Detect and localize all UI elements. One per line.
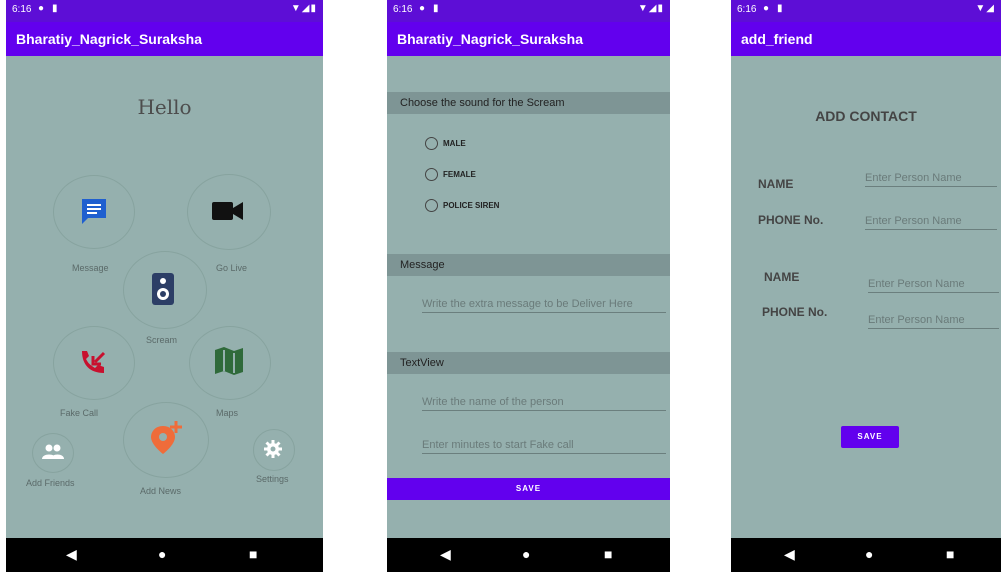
add-news-label: Add News [140, 486, 182, 496]
radio-male[interactable]: MALE [425, 137, 466, 150]
page-title: ADD CONTACT [815, 108, 917, 124]
status-bar: 6:16 ● ▮ ▼◢▮ [6, 0, 323, 22]
app-title: add_friend [741, 31, 813, 47]
signal-icon: ▼◢ [975, 3, 995, 14]
textview-section-header: TextView [387, 352, 670, 374]
phone-input-2[interactable]: Enter Person Name [868, 314, 999, 329]
fake-call-label: Fake Call [60, 408, 99, 418]
notification-icon: ● [38, 3, 45, 14]
notification-icon: ● [419, 3, 426, 14]
home-icon[interactable]: ● [522, 546, 530, 562]
status-time: 6:16 [12, 4, 32, 15]
message-label: Message [72, 263, 109, 273]
name-label: NAME [764, 270, 800, 284]
settings-label: Settings [256, 474, 289, 484]
phone-input-1[interactable]: Enter Person Name [865, 215, 997, 230]
signal-battery-icon: ▼◢▮ [290, 3, 317, 14]
go-live-label: Go Live [216, 263, 248, 273]
name-input-2[interactable]: Enter Person Name [868, 278, 999, 293]
system-nav-bar: ◀ ● ■ [387, 538, 670, 572]
radio-button-icon [425, 137, 438, 150]
recents-icon[interactable]: ■ [946, 546, 954, 562]
status-bar: 6:16 ● ▮ ▼◢ [731, 0, 1001, 22]
missed-call-icon [82, 351, 106, 373]
signal-battery-icon: ▼◢▮ [637, 3, 664, 14]
home-icon[interactable]: ● [158, 546, 166, 562]
home-icon[interactable]: ● [865, 546, 873, 562]
add-friends-label: Add Friends [26, 478, 75, 488]
recents-icon[interactable]: ■ [604, 546, 612, 562]
fake-call-minutes-input[interactable]: Enter minutes to start Fake call [422, 439, 666, 454]
people-icon [42, 444, 64, 459]
video-camera-icon [212, 202, 243, 220]
save-button[interactable]: SAVE [841, 426, 899, 448]
app-title: Bharatiy_Nagrick_Suraksha [397, 31, 583, 47]
back-icon[interactable]: ◀ [440, 546, 451, 563]
app-bar: add_friend [731, 22, 1001, 56]
app-bar: Bharatiy_Nagrick_Suraksha [6, 22, 323, 56]
app-title: Bharatiy_Nagrick_Suraksha [16, 31, 202, 47]
message-section-header: Message [387, 254, 670, 276]
scream-label: Scream [146, 335, 178, 345]
recents-icon[interactable]: ■ [249, 546, 257, 562]
save-button[interactable]: SAVE [387, 478, 670, 500]
system-nav-bar: ◀ ● ■ [731, 538, 1001, 572]
person-name-input[interactable]: Write the name of the person [422, 396, 666, 411]
system-nav-bar: ◀ ● ■ [6, 538, 323, 572]
phone-screen-add-friend: 6:16 ● ▮ ▼◢ add_friend ADD CONTACT NAME … [731, 0, 1001, 572]
back-icon[interactable]: ◀ [66, 546, 77, 563]
name-input-1[interactable]: Enter Person Name [865, 172, 997, 187]
add-location-icon [151, 421, 182, 454]
message-icon [82, 199, 106, 224]
radio-button-icon [425, 199, 438, 212]
gear-icon [264, 440, 282, 458]
status-time: 6:16 [737, 4, 757, 15]
phone-label: PHONE No. [762, 305, 828, 319]
status-bar: 6:16 ● ▮ ▼◢▮ [387, 0, 670, 22]
sound-section-header: Choose the sound for the Scream [387, 92, 670, 114]
speaker-icon [152, 273, 174, 305]
extra-message-input[interactable]: Write the extra message to be Deliver He… [422, 298, 666, 313]
status-time: 6:16 [393, 4, 413, 15]
map-icon [215, 347, 243, 375]
sd-card-icon: ▮ [52, 3, 58, 14]
phone-screen-settings: 6:16 ● ▮ ▼◢▮ Bharatiy_Nagrick_Suraksha C… [387, 0, 670, 572]
maps-label: Maps [216, 408, 239, 418]
notification-icon: ● [763, 3, 770, 14]
sd-card-icon: ▮ [777, 3, 783, 14]
radio-police-siren[interactable]: POLICE SIREN [425, 199, 499, 212]
greeting-text: Hello [137, 95, 192, 119]
radio-female[interactable]: FEMALE [425, 168, 476, 181]
back-icon[interactable]: ◀ [784, 546, 795, 563]
radio-button-icon [425, 168, 438, 181]
app-bar: Bharatiy_Nagrick_Suraksha [387, 22, 670, 56]
sd-card-icon: ▮ [433, 3, 439, 14]
phone-label: PHONE No. [758, 213, 824, 227]
name-label: NAME [758, 177, 794, 191]
phone-screen-home: 6:16 ● ▮ ▼◢▮ Bharatiy_Nagrick_Suraksha H… [6, 0, 323, 572]
